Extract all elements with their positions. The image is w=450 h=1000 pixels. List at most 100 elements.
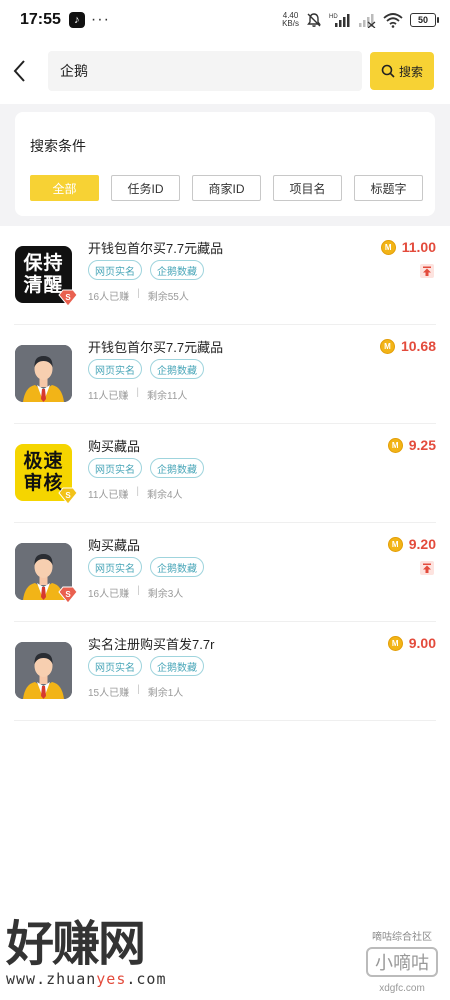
- search-input[interactable]: [60, 63, 362, 79]
- task-tags: 网页实名 企鹅数藏: [88, 656, 204, 676]
- task-list: 保持 清醒 S 开钱包首尔买7.7元藏品 网页实名 企鹅数藏 16人已赚 | 剩余…: [0, 226, 450, 721]
- task-price: M 9.25: [387, 437, 436, 453]
- meta-divider: |: [137, 585, 140, 596]
- watermark-url-mid: yes: [96, 970, 127, 988]
- task-remaining: 剩余3人: [147, 589, 184, 600]
- task-title: 购买藏品: [88, 538, 141, 553]
- back-button[interactable]: [0, 48, 40, 94]
- chip-label: 项目名: [289, 181, 326, 196]
- svg-text:HD: HD: [329, 14, 338, 20]
- task-title: 购买藏品: [88, 439, 141, 454]
- watermark-url: www.zhuanyes.com: [6, 970, 167, 988]
- tag-realname: 网页实名: [88, 359, 142, 379]
- price-value: 11.00: [401, 239, 436, 255]
- task-title: 实名注册购买首发7.7r: [88, 637, 215, 652]
- status-bar: 17:55 ♪ ··· 4.40 KB/s HD 50: [0, 0, 450, 40]
- thumbnail-line: 极速: [23, 450, 64, 472]
- filter-chip-title[interactable]: 标题字: [354, 175, 423, 201]
- task-item-5[interactable]: 实名注册购买首发7.7r 网页实名 企鹅数藏 15人已赚 | 剩余1人 M 9.…: [14, 622, 436, 721]
- task-remaining: 剩余4人: [147, 490, 183, 501]
- svg-text:S: S: [65, 491, 71, 500]
- chip-label: 任务ID: [127, 181, 164, 196]
- meta-divider: |: [136, 387, 139, 398]
- watermark-right-logo: 小嘀咕: [366, 947, 438, 977]
- tag-category: 企鹅数藏: [150, 458, 204, 478]
- meta-divider: |: [137, 288, 140, 299]
- tag-realname: 网页实名: [88, 656, 142, 676]
- signal-off-icon: [359, 14, 376, 28]
- watermark-right-top: 嘀咕综合社区: [372, 932, 432, 943]
- status-indicators: 4.40 KB/s HD 50: [282, 12, 439, 28]
- search-button-label: 搜索: [398, 64, 423, 79]
- search-header: 搜索: [0, 48, 450, 94]
- pin-top-icon[interactable]: [420, 561, 434, 575]
- filter-chips: 全部 任务ID 商家ID 项目名 标题字: [30, 175, 423, 201]
- task-item-2[interactable]: 开钱包首尔买7.7元藏品 网页实名 企鹅数藏 11人已赚 | 剩余11人 M 1…: [14, 325, 436, 424]
- status-more: ···: [90, 11, 110, 28]
- meta-divider: |: [137, 684, 140, 695]
- task-remaining: 剩余11人: [147, 391, 188, 402]
- task-item-4[interactable]: S 购买藏品 网页实名 企鹅数藏 16人已赚 | 剩余3人 M 9.20: [14, 523, 436, 622]
- task-item-1[interactable]: 保持 清醒 S 开钱包首尔买7.7元藏品 网页实名 企鹅数藏 16人已赚 | 剩余…: [14, 226, 436, 325]
- mute-bell-icon: [307, 13, 321, 27]
- chip-label: 标题字: [370, 181, 407, 196]
- task-meta: 16人已赚 | 剩余55人: [88, 288, 189, 303]
- tag-category: 企鹅数藏: [150, 557, 204, 577]
- task-meta: 15人已赚 | 剩余1人: [88, 684, 183, 699]
- battery-indicator: 50: [410, 13, 439, 27]
- chevron-left-icon: [13, 60, 25, 82]
- thumbnail-line: 保持: [23, 252, 64, 274]
- price-value: 10.68: [400, 338, 436, 354]
- coin-icon: M: [380, 239, 396, 255]
- filter-chip-merchant-id[interactable]: 商家ID: [192, 175, 261, 201]
- watermark-url-prefix: www.zhuan: [6, 970, 97, 988]
- task-earned: 16人已赚: [88, 589, 130, 600]
- tag-category: 企鹅数藏: [150, 260, 204, 280]
- task-thumbnail: [15, 642, 72, 699]
- filter-chip-project-name[interactable]: 项目名: [273, 175, 342, 201]
- net-speed-unit: KB/s: [282, 19, 299, 28]
- task-earned: 11人已赚: [88, 490, 129, 501]
- watermark-left: 好赚网 www.zhuanyes.com: [6, 918, 167, 988]
- tag-realname: 网页实名: [88, 458, 142, 478]
- task-thumbnail: [15, 345, 72, 402]
- svg-text:S: S: [65, 293, 71, 302]
- task-earned: 15人已赚: [88, 688, 130, 699]
- task-tags: 网页实名 企鹅数藏: [88, 557, 204, 577]
- price-value: 9.00: [408, 635, 436, 651]
- chip-label: 商家ID: [208, 181, 245, 196]
- task-earned: 16人已赚: [88, 292, 130, 303]
- tag-realname: 网页实名: [88, 260, 142, 280]
- filter-chip-task-id[interactable]: 任务ID: [111, 175, 180, 201]
- search-box[interactable]: [48, 51, 362, 91]
- task-price: M 10.68: [379, 338, 436, 354]
- task-meta: 16人已赚 | 剩余3人: [88, 585, 183, 600]
- tag-category: 企鹅数藏: [150, 656, 204, 676]
- task-item-3[interactable]: 极速 审核 S 购买藏品 网页实名 企鹅数藏 11人已赚 | 剩余4人 M 9.2…: [14, 424, 436, 523]
- watermark-right: 嘀咕综合社区 小嘀咕 xdgfc.com: [366, 928, 438, 994]
- search-icon: [381, 64, 395, 78]
- search-button[interactable]: 搜索: [370, 52, 434, 90]
- coin-icon: M: [387, 536, 403, 552]
- price-value: 9.20: [408, 536, 436, 552]
- task-tags: 网页实名 企鹅数藏: [88, 260, 204, 280]
- status-time: 17:55: [20, 11, 61, 28]
- filter-chip-all[interactable]: 全部: [30, 175, 99, 201]
- task-tags: 网页实名 企鹅数藏: [88, 458, 204, 478]
- task-title: 开钱包首尔买7.7元藏品: [88, 340, 224, 355]
- level-badge-icon: S: [58, 289, 78, 307]
- task-meta: 11人已赚 | 剩余4人: [88, 486, 183, 501]
- task-remaining: 剩余55人: [147, 292, 189, 303]
- net-speed: 4.40 KB/s: [282, 12, 299, 28]
- level-badge-icon: S: [58, 586, 78, 604]
- task-meta: 11人已赚 | 剩余11人: [88, 387, 187, 402]
- task-price: M 9.00: [387, 635, 436, 651]
- pin-top-icon[interactable]: [420, 264, 434, 278]
- meta-divider: |: [136, 486, 139, 497]
- filter-area: 搜索条件 全部 任务ID 商家ID 项目名 标题字: [0, 104, 450, 226]
- user-avatar-icon: [15, 642, 72, 699]
- tag-realname: 网页实名: [88, 557, 142, 577]
- watermark-right-url: xdgfc.com: [379, 983, 425, 994]
- tag-category: 企鹅数藏: [150, 359, 204, 379]
- tiktok-icon: ♪: [68, 12, 85, 28]
